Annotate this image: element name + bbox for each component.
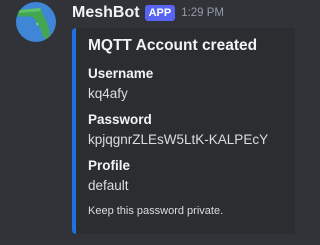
field-username-label: Username [88,66,154,81]
field-profile-label: Profile [88,158,131,173]
embed-title: MQTT Account created [88,37,258,54]
embed-footer: Keep this password private. [88,205,224,217]
app-badge: APP [144,5,176,21]
field-password-label: Password [88,112,152,127]
message-embed: MQTT Account created Username kq4afy Pas… [72,28,295,234]
field-profile-value: default [88,178,129,193]
author-name[interactable]: MeshBot [72,4,140,22]
field-username-value: kq4afy [88,86,128,101]
message-timestamp[interactable]: 1:29 PM [181,7,224,19]
florida-map-icon [16,2,56,42]
message-header: MeshBot APP 1:29 PM [72,3,224,23]
bot-avatar[interactable] [16,2,56,42]
chat-message: MeshBot APP 1:29 PM MQTT Account created… [0,0,295,245]
field-password-value: kpjqgnrZLEsW5LtK-KALPEcY [88,132,269,147]
